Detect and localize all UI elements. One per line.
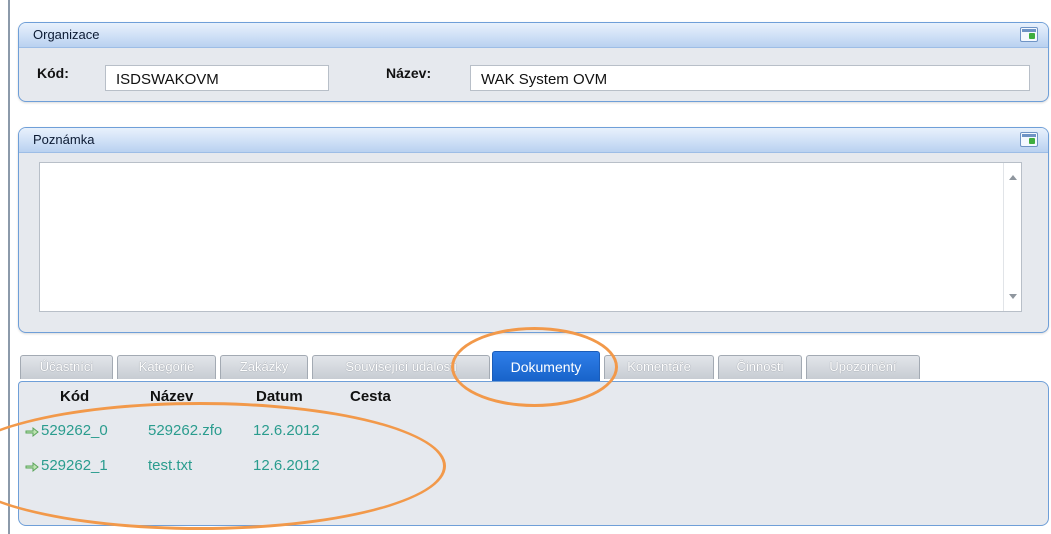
tab-participants[interactable]: Účastníci: [20, 355, 113, 379]
note-panel-header: Poznámka: [19, 128, 1048, 153]
note-text: [40, 163, 1021, 171]
note-panel-title: Poznámka: [33, 132, 95, 147]
row-arrow-icon: [25, 426, 39, 438]
note-panel: Poznámka: [18, 127, 1049, 333]
table-row[interactable]: 529262_1 test.txt 12.6.2012: [19, 457, 1019, 479]
name-field[interactable]: WAK System OVM: [470, 65, 1030, 91]
row-date: 12.6.2012: [253, 422, 320, 439]
documents-panel: Kód Název Datum Cesta 529262_0 529262.zf…: [18, 381, 1049, 526]
column-header-date[interactable]: Datum: [256, 388, 303, 405]
column-header-path[interactable]: Cesta: [350, 388, 391, 405]
organization-panel-title: Organizace: [33, 27, 100, 42]
note-textarea[interactable]: [39, 162, 1022, 312]
row-name: test.txt: [148, 457, 193, 474]
tab-related-events[interactable]: Související události: [312, 355, 490, 379]
organization-panel-header: Organizace: [19, 23, 1048, 48]
row-arrow-icon: [25, 461, 39, 473]
column-header-code[interactable]: Kód: [60, 388, 89, 405]
row-code: 529262_1: [41, 457, 108, 474]
tab-categories[interactable]: Kategorie: [117, 355, 216, 379]
tab-documents[interactable]: Dokumenty: [492, 351, 600, 382]
tab-activities[interactable]: Činnosti: [718, 355, 802, 379]
code-field[interactable]: ISDSWAKOVM: [105, 65, 329, 91]
scroll-up-icon[interactable]: [1009, 175, 1017, 180]
scroll-down-icon[interactable]: [1009, 294, 1017, 299]
tab-comments[interactable]: Komentáře: [604, 355, 714, 379]
tab-notifications[interactable]: Upozornění: [806, 355, 920, 379]
collapse-icon[interactable]: [1020, 132, 1038, 147]
organization-panel: Organizace Kód: ISDSWAKOVM Název: WAK Sy…: [18, 22, 1049, 102]
tab-orders[interactable]: Zakázky: [220, 355, 308, 379]
row-name: 529262.zfo: [148, 422, 223, 439]
name-label: Název:: [386, 65, 432, 81]
row-code: 529262_0: [41, 422, 108, 439]
window-left-border: [8, 0, 10, 534]
note-scrollbar[interactable]: [1003, 163, 1021, 311]
code-label: Kód:: [37, 65, 69, 81]
row-date: 12.6.2012: [253, 457, 320, 474]
collapse-icon[interactable]: [1020, 27, 1038, 42]
column-header-name[interactable]: Název: [150, 388, 193, 405]
table-row[interactable]: 529262_0 529262.zfo 12.6.2012: [19, 422, 1019, 444]
